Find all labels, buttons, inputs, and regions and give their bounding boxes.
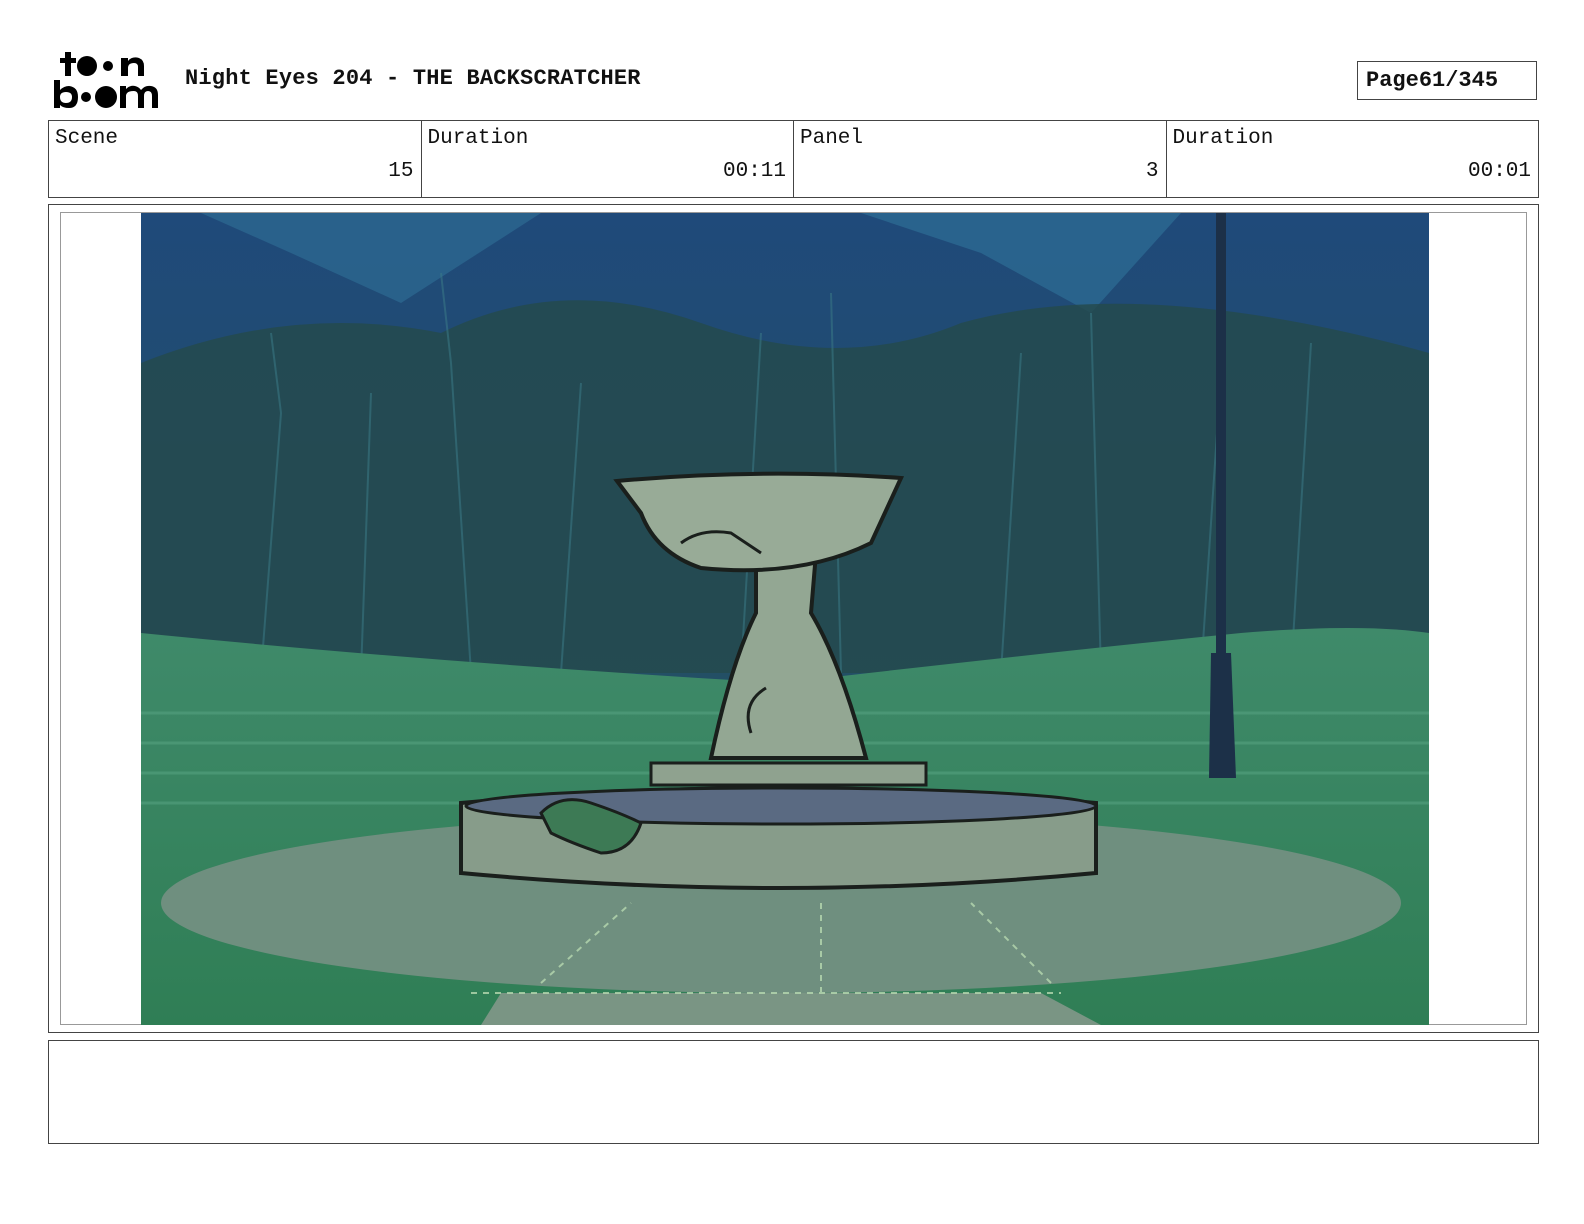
plaza-path (481, 993, 1101, 1025)
fountain-step (649, 761, 928, 787)
panel-label: Panel (800, 127, 864, 150)
panel-image-area (60, 212, 1527, 1025)
scene-duration-cell: Duration 00:11 (422, 121, 794, 197)
panel-value: 3 (1145, 160, 1159, 183)
scene-label: Scene (55, 127, 119, 150)
scene-duration-value: 00:11 (722, 160, 786, 183)
storyboard-panel-image (141, 213, 1429, 1025)
panel-cell: Panel 3 (794, 121, 1167, 197)
lamp-post (1216, 213, 1226, 663)
scene-value: 15 (388, 160, 414, 183)
scene-cell: Scene 15 (49, 121, 422, 197)
toon-boom-logo (54, 52, 158, 108)
page-indicator: Page 61/345 (1357, 61, 1537, 100)
panel-duration-cell: Duration 00:01 (1167, 121, 1539, 197)
panel-duration-label: Duration (1172, 127, 1274, 150)
scene-info-row: Scene 15 Duration 00:11 Panel 3 Duration… (48, 120, 1539, 198)
scene-duration-label: Duration (427, 127, 529, 150)
page-label: Page (1366, 68, 1419, 93)
page-number: 61/345 (1418, 68, 1499, 93)
document-title: Night Eyes 204 - THE BACKSCRATCHER (185, 66, 641, 91)
panel-frame (48, 204, 1539, 1033)
panel-notes-box (48, 1040, 1539, 1144)
panel-duration-value: 00:01 (1467, 160, 1531, 183)
